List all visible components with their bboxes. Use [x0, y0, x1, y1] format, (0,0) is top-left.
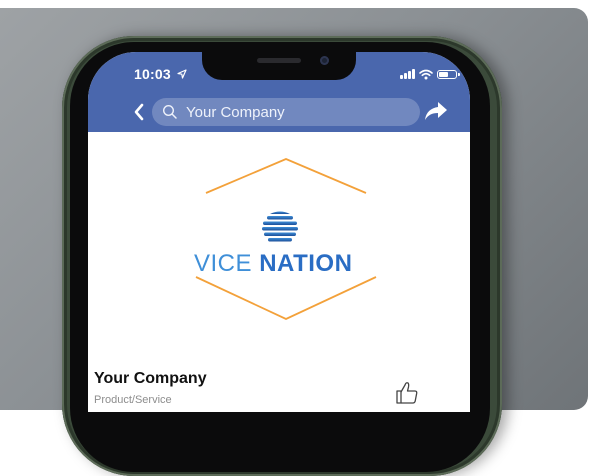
- logo-wordmark: VICE NATION: [194, 250, 352, 278]
- globe-icon: [262, 211, 298, 242]
- page-name: Your Company: [94, 370, 207, 387]
- logo-word-nation: NATION: [259, 250, 353, 277]
- logo-frame: [195, 158, 377, 320]
- like-icon[interactable]: [394, 380, 420, 406]
- logo-word-vice: VICE: [194, 250, 253, 277]
- phone-screen: 10:03 Your Company VICE NATION Your Comp…: [88, 52, 470, 412]
- page-category: Product/Service: [94, 394, 172, 406]
